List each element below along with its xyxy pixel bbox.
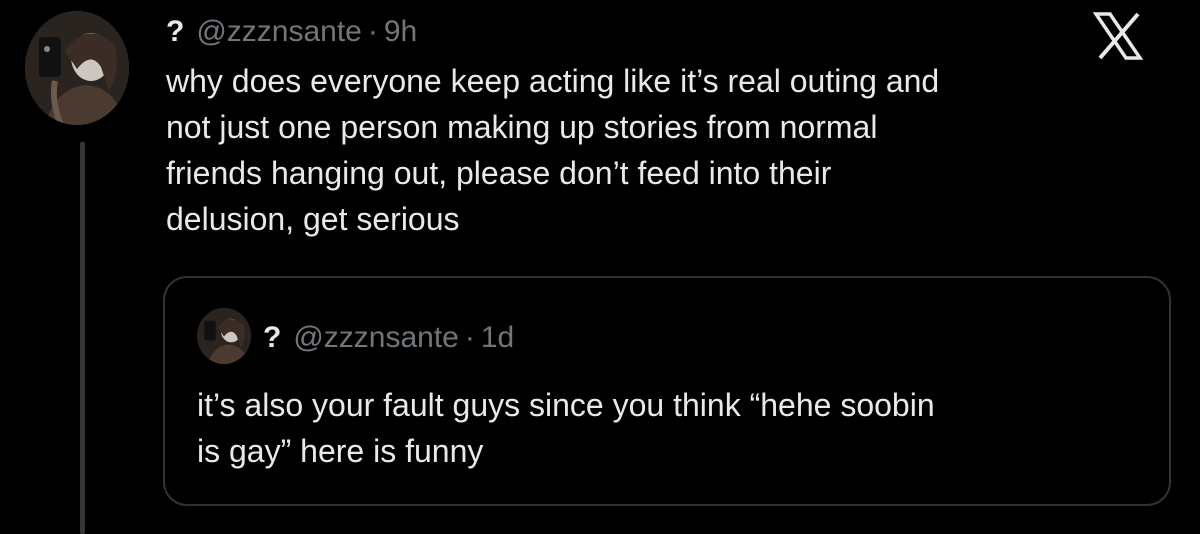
tweet[interactable]: ? @zzznsante · 9h why does everyone keep… bbox=[0, 0, 1200, 534]
quoted-separator-dot: · bbox=[464, 321, 475, 354]
avatar-photo bbox=[25, 11, 129, 125]
quoted-tweet-text: it’s also your fault guys since you thin… bbox=[197, 387, 935, 469]
avatar[interactable] bbox=[25, 11, 129, 125]
quoted-header: ? @zzznsante · 1d bbox=[263, 318, 514, 358]
quoted-tweet[interactable]: ? @zzznsante · 1d it’s also your fault g… bbox=[163, 276, 1171, 506]
quoted-user-handle[interactable]: @zzznsante bbox=[293, 321, 459, 355]
tweet-header: ? @zzznsante · 9h bbox=[166, 12, 417, 52]
quoted-display-name[interactable]: ? bbox=[263, 321, 281, 355]
tweet-text: why does everyone keep acting like it’s … bbox=[166, 63, 940, 237]
quoted-avatar-photo bbox=[197, 308, 251, 364]
user-handle[interactable]: @zzznsante bbox=[196, 15, 362, 49]
x-logo-icon bbox=[1092, 12, 1144, 60]
separator-dot: · bbox=[367, 15, 378, 48]
display-name[interactable]: ? bbox=[166, 15, 184, 49]
quoted-avatar[interactable] bbox=[197, 308, 251, 364]
timestamp[interactable]: 9h bbox=[384, 15, 417, 49]
thread-line bbox=[80, 142, 85, 534]
quoted-timestamp[interactable]: 1d bbox=[481, 321, 514, 355]
